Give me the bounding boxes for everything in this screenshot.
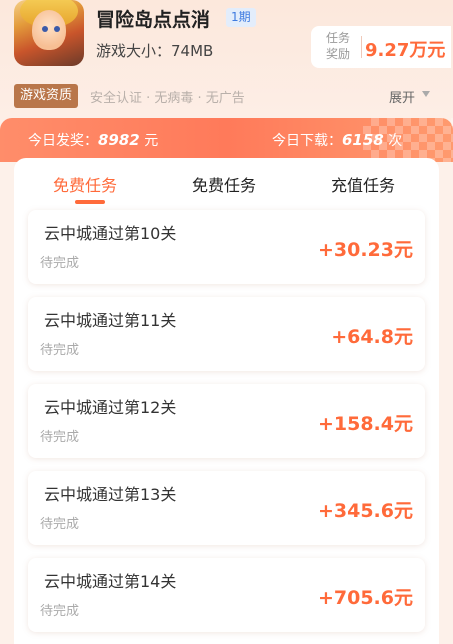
face-shape	[32, 10, 66, 50]
game-icon[interactable]	[14, 0, 84, 66]
task-card[interactable]: 云中城通过第11关 待完成 +64.8元	[28, 297, 425, 371]
task-name: 云中城通过第10关	[44, 224, 177, 243]
task-name: 云中城通过第12关	[44, 398, 177, 417]
task-list: 云中城通过第10关 待完成 +30.23元 云中城通过第11关 待完成 +64.…	[14, 210, 439, 644]
task-panel: 免费任务 免费任务 充值任务 云中城通过第10关 待完成 +30.23元 云中城…	[14, 158, 439, 644]
game-header: 冒险岛点点消 1期 游戏大小：74MB 任务奖励 9.27万元 游戏资质 安全认…	[0, 0, 453, 120]
qualification-row: 游戏资质 安全认证 · 无病毒 · 无广告 展开	[0, 84, 453, 108]
game-size: 游戏大小：74MB	[96, 42, 214, 60]
task-status: 待完成	[40, 517, 80, 532]
reward-value: 9.27万元	[365, 40, 446, 61]
task-tabs: 免费任务 免费任务 充值任务	[14, 158, 439, 208]
task-reward-box: 任务奖励 9.27万元	[311, 26, 451, 68]
today-payout: 今日发奖：8982 元	[28, 130, 158, 150]
task-reward: +30.23元	[317, 239, 413, 261]
task-card[interactable]: 云中城通过第13关 待完成 +345.6元	[28, 471, 425, 545]
safety-text: 安全认证 · 无病毒 · 无广告	[90, 91, 245, 106]
task-name: 云中城通过第13关	[44, 485, 177, 504]
qualification-tag[interactable]: 游戏资质	[14, 84, 79, 108]
tab-free-tasks[interactable]: 免费任务	[53, 172, 117, 196]
active-tab-indicator	[75, 200, 105, 204]
period-badge: 1期	[226, 8, 256, 27]
chevron-down-icon[interactable]	[422, 91, 430, 97]
today-downloads-value: 6158	[342, 131, 384, 149]
game-title: 冒险岛点点消	[96, 9, 211, 31]
eye-left	[42, 26, 48, 32]
task-reward: +64.8元	[331, 326, 413, 348]
today-payout-unit: 元	[139, 133, 159, 149]
task-name: 云中城通过第11关	[44, 311, 177, 330]
today-payout-label: 今日发奖：	[28, 133, 98, 149]
today-downloads-label: 今日下载：	[272, 133, 342, 149]
task-name: 云中城通过第14关	[44, 572, 177, 591]
today-downloads-unit: 次	[383, 133, 403, 149]
reward-divider	[361, 36, 362, 58]
reward-label: 任务奖励	[325, 31, 350, 61]
task-card[interactable]: 云中城通过第10关 待完成 +30.23元	[28, 210, 425, 284]
stats-banner: 今日发奖：8982 元 今日下载：6158 次	[0, 118, 453, 162]
task-card[interactable]: 云中城通过第12关 待完成 +158.4元	[28, 384, 425, 458]
task-status: 待完成	[40, 343, 80, 358]
task-reward: +345.6元	[317, 500, 413, 522]
tab-free-tasks-2[interactable]: 免费任务	[192, 172, 256, 196]
eye-right	[54, 26, 60, 32]
expand-button[interactable]: 展开	[389, 87, 415, 106]
today-downloads: 今日下载：6158 次	[272, 130, 402, 150]
task-status: 待完成	[40, 604, 80, 619]
task-status: 待完成	[40, 256, 80, 271]
task-reward: +158.4元	[317, 413, 413, 435]
task-status: 待完成	[40, 430, 80, 445]
task-card[interactable]: 云中城通过第14关 待完成 +705.6元	[28, 558, 425, 632]
tab-recharge-tasks[interactable]: 充值任务	[331, 172, 395, 196]
task-reward: +705.6元	[317, 587, 413, 609]
today-payout-value: 8982	[98, 131, 140, 149]
